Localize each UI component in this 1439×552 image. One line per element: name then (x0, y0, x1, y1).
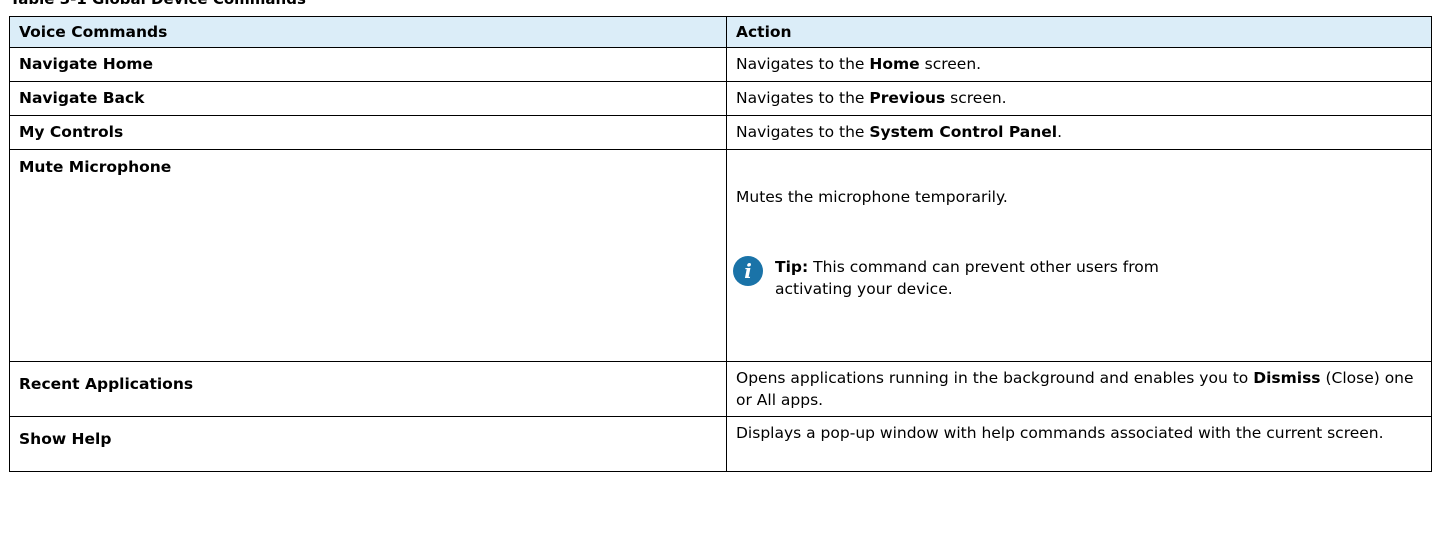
action-text: Opens applications running in the backgr… (736, 369, 1254, 387)
action-cell: Displays a pop-up window with help comma… (726, 416, 1432, 472)
action-text: Navigates to the (736, 89, 870, 107)
table-row: Show Help Displays a pop-up window with … (9, 416, 1432, 472)
action-emphasis: Dismiss (1253, 369, 1321, 387)
action-cell: Opens applications running in the backgr… (726, 361, 1432, 417)
global-device-commands-table: Voice Commands Action Navigate Home Navi… (9, 16, 1432, 472)
action-cell: Navigates to the Previous screen. (726, 81, 1432, 116)
action-cell: Navigates to the Home screen. (726, 47, 1432, 82)
action-emphasis: Home (869, 55, 920, 73)
action-text: screen. (919, 55, 982, 73)
svg-text:i: i (744, 259, 752, 283)
table-row: My Controls Navigates to the System Cont… (9, 115, 1432, 150)
header-voice-commands: Voice Commands (9, 16, 727, 48)
info-icon: i (733, 256, 763, 286)
action-text: screen. (945, 89, 1007, 107)
command-cell: Show Help (9, 416, 727, 472)
tip-text: Tip: This command can prevent other user… (775, 256, 1215, 300)
action-emphasis: Previous (869, 89, 946, 107)
command-cell: Navigate Home (9, 47, 727, 82)
command-cell: My Controls (9, 115, 727, 150)
command-cell: Recent Applications (9, 361, 727, 417)
table-row: Navigate Home Navigates to the Home scre… (9, 47, 1432, 82)
table-row: Mute Microphone Mutes the microphone tem… (9, 149, 1432, 362)
table-row: Recent Applications Opens applications r… (9, 361, 1432, 417)
action-cell: Navigates to the System Control Panel. (726, 115, 1432, 150)
table-header-row: Voice Commands Action (9, 16, 1432, 48)
table-caption: Table 3-1 Global Device Commands (10, 0, 306, 8)
action-cell: Mutes the microphone temporarily. i Tip:… (726, 149, 1432, 362)
header-action: Action (726, 16, 1432, 48)
tip-body: This command can prevent other users fro… (775, 258, 1159, 298)
action-text: Navigates to the (736, 55, 870, 73)
action-text: Mutes the microphone temporarily. (736, 188, 1008, 206)
action-text: Navigates to the (736, 123, 870, 141)
table-row: Navigate Back Navigates to the Previous … (9, 81, 1432, 116)
command-cell: Navigate Back (9, 81, 727, 116)
command-cell: Mute Microphone (9, 149, 727, 362)
action-text: . (1057, 123, 1063, 141)
action-emphasis: System Control Panel (869, 123, 1058, 141)
tip-label: Tip: (775, 258, 809, 276)
